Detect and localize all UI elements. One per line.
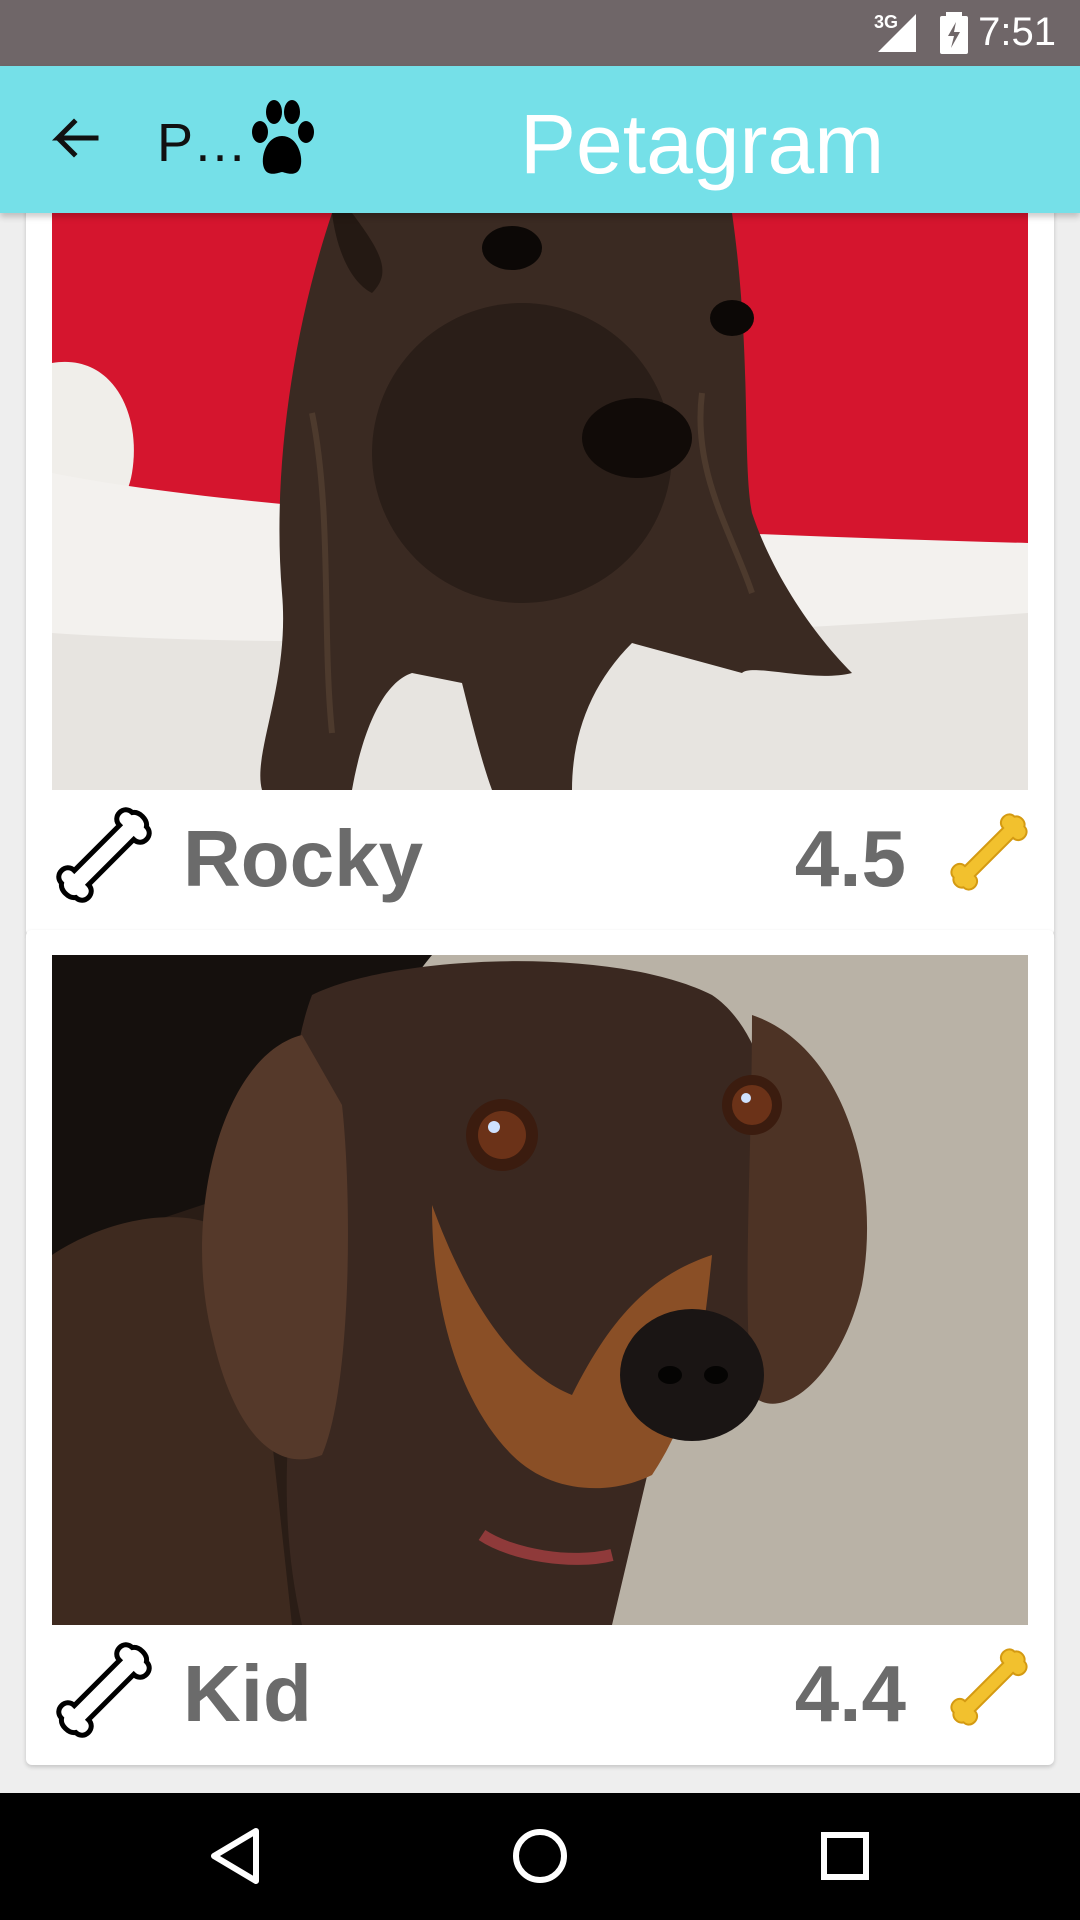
pet-info-row: Rocky 4.5 (26, 795, 1054, 915)
pet-name: Kid (183, 1649, 312, 1738)
circle-home-icon[interactable] (505, 1821, 575, 1891)
triangle-back-icon[interactable] (200, 1821, 270, 1891)
pet-list[interactable]: Rocky 4.5 Kid 4.4 (0, 213, 1080, 1793)
bone-outline-icon[interactable] (50, 1636, 158, 1744)
pet-rating: 4.5 (794, 814, 906, 903)
pet-rating: 4.4 (794, 1649, 906, 1738)
battery-charging-icon (940, 12, 968, 54)
pet-photo (52, 955, 1028, 1625)
gold-bone-icon (950, 813, 1028, 891)
gold-bone-icon (950, 1648, 1028, 1726)
pet-photo (52, 213, 1028, 790)
arrow-left-icon[interactable] (44, 110, 104, 170)
status-bar: 3G 7:51 (0, 0, 1080, 66)
pet-info-row: Kid 4.4 (26, 1630, 1054, 1750)
app-bar: P… Petagram (0, 66, 1080, 213)
pet-name: Rocky (183, 814, 424, 903)
system-nav-bar (0, 1793, 1080, 1920)
bone-outline-icon[interactable] (50, 801, 158, 909)
pet-card: Rocky 4.5 (26, 213, 1054, 936)
square-recent-icon[interactable] (810, 1821, 880, 1891)
paw-icon[interactable] (246, 94, 318, 182)
screen-title: P… (157, 113, 248, 173)
pet-card: Kid 4.4 (26, 930, 1054, 1765)
signal-icon (878, 14, 916, 52)
app-title: Petagram (520, 97, 885, 191)
clock: 7:51 (978, 10, 1056, 54)
